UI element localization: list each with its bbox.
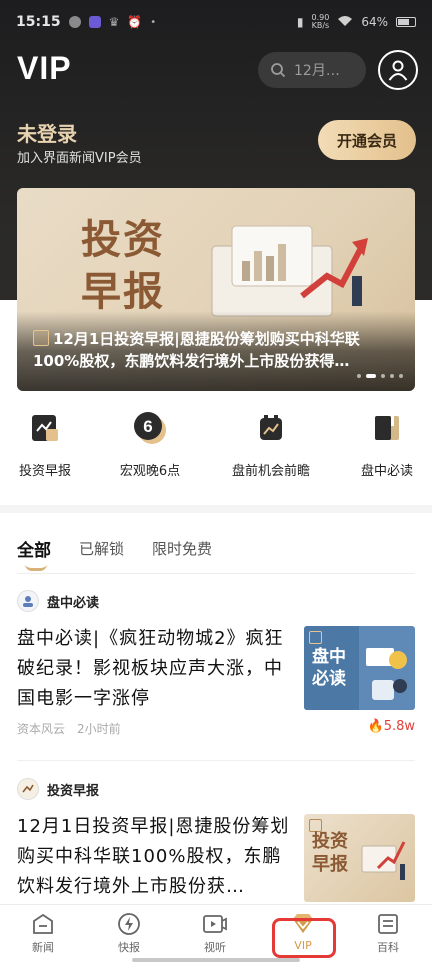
quick-link-investment-morning[interactable]: 投资早报 bbox=[0, 408, 95, 479]
thumbnail-text: 投资早报 bbox=[312, 831, 348, 875]
thumbnail-illustration bbox=[361, 841, 406, 880]
vip-tag-icon bbox=[33, 330, 49, 346]
wifi-icon bbox=[337, 15, 353, 30]
vip-highlight-box bbox=[272, 918, 336, 958]
alarm-chart-icon bbox=[251, 408, 291, 448]
article-card[interactable]: 投资早报 12月1日投资早报|恩捷股份筹划购买中科华联100%股权，东鹏饮料发行… bbox=[17, 778, 415, 903]
nav-flash[interactable]: 快报 bbox=[99, 911, 159, 955]
banner-carousel[interactable]: 投资 早报 12月1日投资早报|恩捷股份筹划购买中科华联100%股权，东鹏饮料发… bbox=[17, 188, 415, 391]
vibrate-icon: ▮ bbox=[296, 15, 304, 29]
page-title: VIP bbox=[17, 50, 72, 86]
tab-all[interactable]: 全部 bbox=[17, 536, 51, 571]
quick-link-macro-evening[interactable]: 6 宏观晚6点 bbox=[100, 408, 200, 479]
article-title[interactable]: 12月1日投资早报|恩捷股份筹划购买中科华联100%股权，东鹏饮料发行境外上市股… bbox=[17, 812, 293, 902]
dot-icon: • bbox=[150, 16, 157, 28]
crown-icon: ♛ bbox=[108, 15, 120, 29]
carousel-dot bbox=[390, 374, 394, 378]
tabs-divider bbox=[17, 573, 415, 574]
chart-up-icon bbox=[25, 408, 65, 448]
thumbnail-text: 盘中必读 bbox=[312, 647, 346, 689]
article-divider bbox=[17, 760, 415, 761]
article-thumbnail[interactable]: 盘中必读 bbox=[304, 626, 415, 710]
search-input[interactable]: 12月… bbox=[258, 52, 366, 88]
battery-percent: 64% bbox=[361, 15, 388, 29]
nav-video[interactable]: 视听 bbox=[185, 911, 245, 955]
flash-icon bbox=[116, 911, 142, 937]
bottom-navigation: 新闻 快报 视听 VIP 百科 bbox=[0, 904, 432, 964]
encyclopedia-icon bbox=[375, 911, 401, 937]
article-source: 投资早报 bbox=[17, 778, 415, 800]
flame-icon: 🔥 bbox=[367, 719, 384, 734]
article-hot: 🔥5.8w bbox=[367, 719, 416, 734]
carousel-dot bbox=[357, 374, 361, 378]
video-icon bbox=[202, 911, 228, 937]
banner-caption: 12月1日投资早报|恩捷股份筹划购买中科华联100%股权，东鹏饮料发行境外上市股… bbox=[33, 330, 360, 370]
status-right: ▮ 0.90 KB/s 64% bbox=[297, 14, 416, 30]
filter-tabs: 全部 已解锁 限时免费 bbox=[17, 533, 212, 571]
source-avatar-icon bbox=[17, 778, 39, 800]
search-icon bbox=[271, 63, 286, 78]
battery-icon bbox=[396, 17, 416, 27]
carousel-indicator bbox=[357, 374, 403, 378]
article-title[interactable]: 盘中必读|《疯狂动物城2》疯狂破纪录！影视板块应声大涨，中国电影一字涨停 bbox=[17, 624, 293, 714]
sync-icon bbox=[68, 16, 81, 28]
search-placeholder: 12月… bbox=[294, 63, 340, 79]
home-indicator[interactable] bbox=[132, 958, 300, 962]
tab-limited-free[interactable]: 限时免费 bbox=[152, 538, 212, 559]
login-subtitle: 加入界面新闻VIP会员 bbox=[17, 151, 142, 166]
login-status[interactable]: 未登录 bbox=[17, 118, 77, 147]
carousel-dot bbox=[381, 374, 385, 378]
player-icon bbox=[88, 16, 101, 28]
carousel-dot-active bbox=[366, 374, 376, 378]
nav-encyclopedia[interactable]: 百科 bbox=[358, 911, 418, 955]
status-notification-icons: ♛ ⏰ • bbox=[68, 15, 157, 29]
article-thumbnail[interactable]: 投资早报 bbox=[304, 814, 415, 902]
net-speed: 0.90 KB/s bbox=[311, 13, 330, 30]
user-icon bbox=[388, 60, 408, 81]
open-vip-button[interactable]: 开通会员 bbox=[318, 120, 416, 160]
quick-links: 投资早报 6 宏观晚6点 盘前机会前瞻 盘中必读 bbox=[0, 408, 432, 488]
article-source: 盘中必读 bbox=[17, 590, 415, 612]
book-icon bbox=[367, 408, 407, 448]
article-author: 资本风云 bbox=[17, 722, 66, 736]
user-profile-button[interactable] bbox=[378, 50, 418, 90]
six-circle-icon: 6 bbox=[130, 408, 170, 448]
vip-tag-icon bbox=[309, 631, 322, 644]
nav-news[interactable]: 新闻 bbox=[13, 911, 73, 955]
quick-link-premarket[interactable]: 盘前机会前瞻 bbox=[221, 408, 321, 479]
banner-illustration bbox=[211, 225, 368, 317]
news-icon bbox=[30, 911, 56, 937]
section-separator bbox=[0, 505, 432, 513]
banner-big-text: 投资 早报 bbox=[81, 217, 165, 315]
thumbnail-illustration bbox=[366, 648, 407, 700]
alarm-icon: ⏰ bbox=[127, 15, 143, 29]
source-avatar-icon bbox=[17, 590, 39, 612]
article-time: 2小时前 bbox=[77, 722, 121, 736]
quick-link-intraday[interactable]: 盘中必读 bbox=[337, 408, 432, 479]
svg-text:6: 6 bbox=[143, 417, 152, 436]
status-bar: 15:15 ♛ ⏰ • ▮ 0.90 KB/s 64% bbox=[0, 0, 432, 44]
tab-unlocked[interactable]: 已解锁 bbox=[79, 538, 124, 559]
carousel-dot bbox=[399, 374, 403, 378]
article-meta: 资本风云 2小时前 bbox=[17, 720, 121, 737]
article-card[interactable]: 盘中必读 盘中必读|《疯狂动物城2》疯狂破纪录！影视板块应声大涨，中国电影一字涨… bbox=[17, 590, 415, 750]
status-time: 15:15 bbox=[16, 14, 61, 30]
